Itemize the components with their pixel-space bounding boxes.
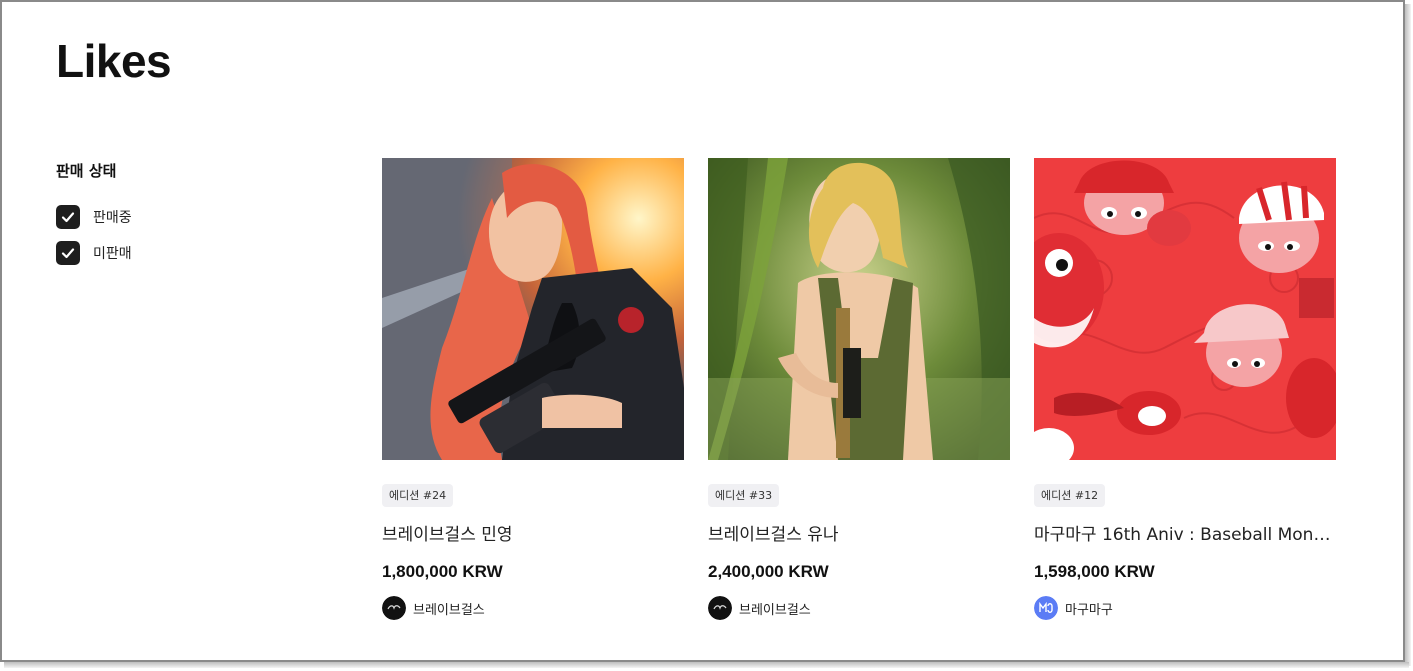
- filter-option-label: 판매중: [93, 210, 132, 226]
- filter-option-on-sale[interactable]: 판매중: [56, 205, 132, 229]
- nft-card[interactable]: 에디션 #24 브레이브걸스 민영 1,800,000 KRW 브레이브걸스: [382, 158, 684, 620]
- edition-badge: 에디션 #12: [1034, 484, 1106, 507]
- creator-info[interactable]: 브레이브걸스: [708, 596, 811, 620]
- filter-option-not-on-sale[interactable]: 미판매: [56, 241, 132, 265]
- edition-badge: 에디션 #33: [708, 484, 780, 507]
- nft-card[interactable]: 에디션 #33 브레이브걸스 유나 2,400,000 KRW 브레이브걸스: [708, 158, 1010, 620]
- filter-option-label: 미판매: [93, 246, 132, 262]
- creator-avatar-icon: [708, 596, 732, 620]
- item-name[interactable]: 브레이브걸스 유나: [708, 520, 1010, 545]
- artwork-thumbnail[interactable]: [1034, 158, 1336, 460]
- creator-info[interactable]: 브레이브걸스: [382, 596, 485, 620]
- creator-avatar-icon: [382, 596, 406, 620]
- edition-badge: 에디션 #24: [382, 484, 454, 507]
- page-title: Likes: [56, 35, 172, 87]
- creator-name: 브레이브걸스: [739, 602, 811, 618]
- filter-title-sale-status: 판매 상태: [56, 162, 117, 180]
- window-shadow-right: [1405, 4, 1411, 666]
- creator-info[interactable]: 마구마구: [1034, 596, 1113, 620]
- creator-name: 마구마구: [1065, 602, 1113, 618]
- artwork-thumbnail[interactable]: [382, 158, 684, 460]
- item-price: 1,800,000 KRW: [382, 562, 503, 581]
- item-name[interactable]: 브레이브걸스 민영: [382, 520, 684, 545]
- creator-avatar-icon: [1034, 596, 1058, 620]
- item-name[interactable]: 마구마구 16th Aniv : Baseball Monst…: [1034, 520, 1336, 545]
- artwork-thumbnail[interactable]: [708, 158, 1010, 460]
- checkbox-checked-icon[interactable]: [56, 205, 80, 229]
- creator-name: 브레이브걸스: [413, 602, 485, 618]
- item-price: 2,400,000 KRW: [708, 562, 829, 581]
- checkbox-checked-icon[interactable]: [56, 241, 80, 265]
- window-shadow-bottom: [4, 662, 1409, 668]
- item-price: 1,598,000 KRW: [1034, 562, 1155, 581]
- nft-card[interactable]: 에디션 #12 마구마구 16th Aniv : Baseball Monst……: [1034, 158, 1336, 620]
